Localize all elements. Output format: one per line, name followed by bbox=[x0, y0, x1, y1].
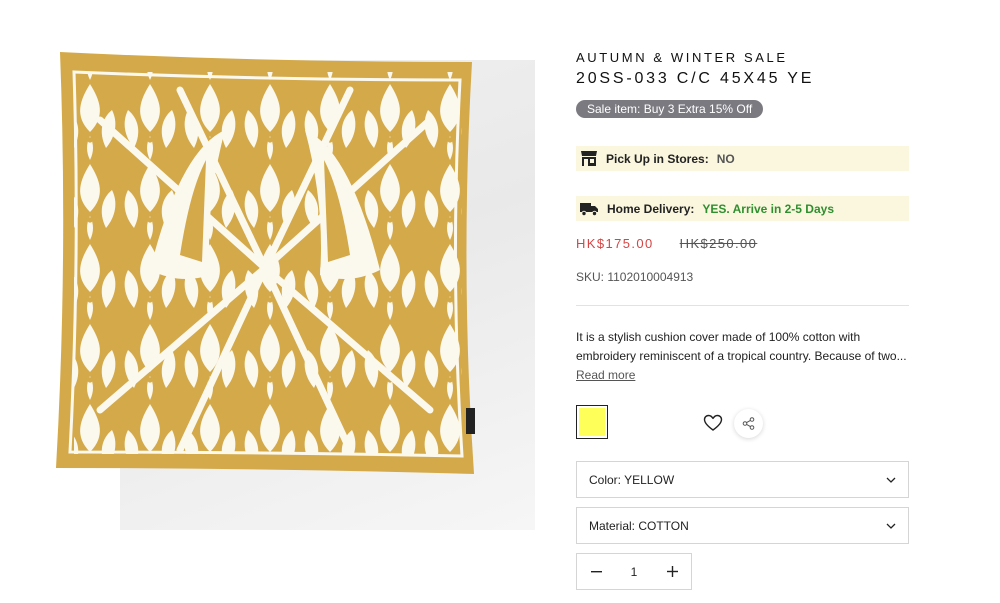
material-select-value: Material: COTTON bbox=[589, 518, 689, 533]
quantity-value[interactable]: 1 bbox=[615, 565, 653, 579]
read-more-link[interactable]: Read more bbox=[576, 368, 635, 382]
original-price: HK$250.00 bbox=[679, 236, 758, 251]
quantity-increment-button[interactable] bbox=[653, 554, 691, 589]
sku-text: SKU: 1102010004913 bbox=[576, 270, 694, 284]
quantity-decrement-button[interactable] bbox=[577, 554, 615, 589]
delivery-label: Home Delivery: bbox=[607, 201, 695, 216]
color-swatch-yellow[interactable] bbox=[576, 405, 608, 439]
delivery-value: YES. Arrive in 2-5 Days bbox=[702, 201, 834, 216]
share-button[interactable] bbox=[734, 409, 763, 438]
delivery-availability: Home Delivery: YES. Arrive in 2-5 Days bbox=[576, 196, 909, 221]
chevron-down-icon bbox=[886, 477, 896, 483]
chevron-down-icon bbox=[886, 523, 896, 529]
truck-icon bbox=[580, 202, 598, 216]
divider bbox=[576, 305, 909, 306]
store-icon bbox=[581, 151, 597, 166]
product-title: 20SS-033 C/C 45X45 YE bbox=[576, 70, 815, 87]
product-info-panel: AUTUMN & WINTER SALE 20SS-033 C/C 45X45 … bbox=[576, 0, 910, 603]
quantity-stepper: 1 bbox=[576, 553, 692, 590]
pickup-label: Pick Up in Stores: bbox=[606, 151, 709, 166]
cushion-image bbox=[56, 52, 475, 474]
collection-name: AUTUMN & WINTER SALE bbox=[576, 50, 788, 65]
sale-badge: Sale item: Buy 3 Extra 15% Off bbox=[576, 100, 764, 118]
pickup-availability: Pick Up in Stores: NO bbox=[576, 146, 909, 171]
sale-price: HK$175.00 bbox=[576, 236, 654, 251]
share-icon bbox=[742, 417, 755, 430]
color-select[interactable]: Color: YELLOW bbox=[576, 461, 909, 498]
minus-icon bbox=[590, 570, 602, 572]
product-description: It is a stylish cushion cover made of 10… bbox=[576, 330, 907, 363]
wishlist-button[interactable] bbox=[703, 413, 723, 433]
swatch-fill bbox=[579, 408, 605, 436]
plus-icon bbox=[666, 566, 678, 577]
material-select[interactable]: Material: COTTON bbox=[576, 507, 909, 544]
color-select-value: Color: YELLOW bbox=[589, 472, 675, 487]
price-row: HK$175.00 HK$250.00 bbox=[576, 236, 757, 251]
heart-icon bbox=[703, 414, 723, 431]
pickup-value: NO bbox=[716, 151, 735, 166]
product-image-area bbox=[0, 0, 535, 603]
